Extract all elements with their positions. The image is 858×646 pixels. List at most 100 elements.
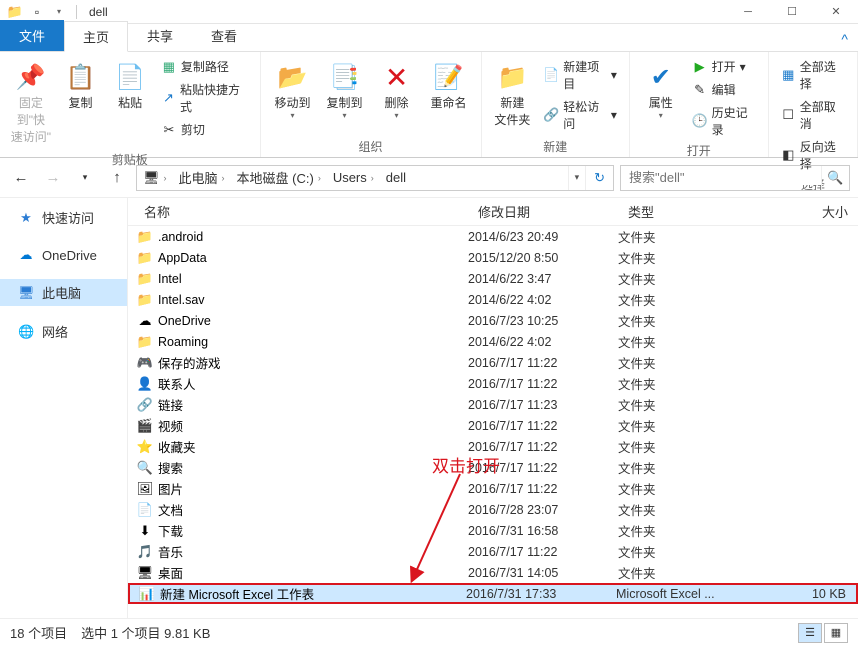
details-view-button[interactable]: ☰ xyxy=(798,623,822,643)
minimize-button[interactable]: ─ xyxy=(726,0,770,24)
maximize-button[interactable]: ☐ xyxy=(770,0,814,24)
file-row[interactable]: 📁.android2014/6/23 20:49文件夹 xyxy=(128,226,858,247)
folder-icon: 📁 xyxy=(7,4,23,20)
file-icon: 🎵 xyxy=(136,544,154,560)
recent-button[interactable]: ▾ xyxy=(72,165,98,191)
file-icon: 🎬 xyxy=(136,418,154,434)
search-box[interactable]: 🔍 xyxy=(620,165,850,191)
tab-file[interactable]: 文件 xyxy=(0,20,64,51)
new-item-button[interactable]: 📄新建项目 ▾ xyxy=(539,56,621,94)
pin-button[interactable]: 📌固定到"快 速访问" xyxy=(8,56,54,149)
file-list: 📁.android2014/6/23 20:49文件夹📁AppData2015/… xyxy=(128,226,858,604)
address-dropdown-icon[interactable]: ▾ xyxy=(568,166,586,190)
file-row[interactable]: 🔗链接2016/7/17 11:23文件夹 xyxy=(128,394,858,415)
column-headers[interactable]: 名称 修改日期 类型 大小 xyxy=(128,198,858,226)
file-date: 2016/7/17 11:22 xyxy=(468,377,618,391)
col-size[interactable]: 大小 xyxy=(748,202,858,221)
qat-icon[interactable]: ▫ xyxy=(29,4,45,20)
delete-button[interactable]: ✕删除▾ xyxy=(373,56,421,136)
copy-button[interactable]: 📋复制 xyxy=(58,56,104,149)
file-type: 文件夹 xyxy=(618,395,748,414)
copy-icon: 📋 xyxy=(66,60,96,94)
col-date[interactable]: 修改日期 xyxy=(468,202,618,221)
qat-dropdown-icon[interactable]: ▾ xyxy=(51,4,67,20)
cut-button[interactable]: ✂剪切 xyxy=(157,119,252,140)
sidebar-icon: ☁ xyxy=(18,247,34,263)
file-row[interactable]: 👤联系人2016/7/17 11:22文件夹 xyxy=(128,373,858,394)
paste-button[interactable]: 📄粘贴 xyxy=(107,56,153,149)
move-to-button[interactable]: 📂移动到▾ xyxy=(269,56,317,136)
col-type[interactable]: 类型 xyxy=(618,202,748,221)
file-row[interactable]: 📁Intel2014/6/22 3:47文件夹 xyxy=(128,268,858,289)
tab-view[interactable]: 查看 xyxy=(192,20,256,51)
crumb-root[interactable]: 🖥 › xyxy=(137,170,173,186)
file-row[interactable]: 📁Intel.sav2014/6/22 4:02文件夹 xyxy=(128,289,858,310)
copy-to-button[interactable]: 📑复制到▾ xyxy=(321,56,369,136)
file-row[interactable]: 🔍搜索2016/7/17 11:22文件夹 xyxy=(128,457,858,478)
path-icon: ▦ xyxy=(161,59,177,75)
crumb-1[interactable]: 本地磁盘 (C:) › xyxy=(231,168,327,187)
file-type: 文件夹 xyxy=(618,542,748,561)
tab-share[interactable]: 共享 xyxy=(128,20,192,51)
group-new: 新建 xyxy=(490,136,621,155)
back-button[interactable]: ← xyxy=(8,165,34,191)
address-bar[interactable]: 🖥 › 此电脑 › 本地磁盘 (C:) › Users › dell ▾ ↻ xyxy=(136,165,614,191)
file-type: 文件夹 xyxy=(618,563,748,582)
up-button[interactable]: ↑ xyxy=(104,165,130,191)
select-none-button[interactable]: ☐全部取消 xyxy=(777,96,849,134)
paste-shortcut-button[interactable]: ↗粘贴快捷方式 xyxy=(157,79,252,117)
file-icon: 📁 xyxy=(136,229,154,245)
file-name: 下载 xyxy=(158,521,468,540)
file-type: 文件夹 xyxy=(618,521,748,540)
file-row[interactable]: ☁OneDrive2016/7/23 10:25文件夹 xyxy=(128,310,858,331)
file-type: 文件夹 xyxy=(618,227,748,246)
col-name[interactable]: 名称 xyxy=(128,202,468,221)
properties-button[interactable]: ✔属性▾ xyxy=(638,56,684,140)
tab-home[interactable]: 主页 xyxy=(64,21,128,52)
easy-access-button[interactable]: 🔗轻松访问 ▾ xyxy=(539,96,621,134)
file-type: 文件夹 xyxy=(618,353,748,372)
sidebar-icon: 🌐 xyxy=(18,324,34,340)
ribbon-collapse-icon[interactable]: ^ xyxy=(831,27,858,51)
file-row[interactable]: ⬇下载2016/7/31 16:58文件夹 xyxy=(128,520,858,541)
search-input[interactable] xyxy=(621,170,821,185)
file-row[interactable]: 🖥桌面2016/7/31 14:05文件夹 xyxy=(128,562,858,583)
file-icon: 🖥 xyxy=(136,565,154,581)
file-icon: ☁ xyxy=(136,313,154,329)
new-folder-button[interactable]: 📁新建 文件夹 xyxy=(490,56,536,136)
crumb-0[interactable]: 此电脑 › xyxy=(173,168,231,187)
history-button[interactable]: 🕒历史记录 xyxy=(688,102,760,140)
file-row[interactable]: 🖼图片2016/7/17 11:22文件夹 xyxy=(128,478,858,499)
file-name: 收藏夹 xyxy=(158,437,468,456)
forward-button[interactable]: → xyxy=(40,165,66,191)
sidebar-item-0[interactable]: ★快速访问 xyxy=(0,204,127,231)
file-row[interactable]: ⭐收藏夹2016/7/17 11:22文件夹 xyxy=(128,436,858,457)
icons-view-button[interactable]: ▦ xyxy=(824,623,848,643)
edit-button[interactable]: ✎编辑 xyxy=(688,79,760,100)
copy-path-button[interactable]: ▦复制路径 xyxy=(157,56,252,77)
sidebar-item-1[interactable]: ☁OneDrive xyxy=(0,243,127,267)
sidebar-label: 快速访问 xyxy=(42,208,94,227)
file-row[interactable]: 📁Roaming2014/6/22 4:02文件夹 xyxy=(128,331,858,352)
crumb-2[interactable]: Users › xyxy=(327,170,380,185)
file-row[interactable]: 📁AppData2015/12/20 8:50文件夹 xyxy=(128,247,858,268)
file-row[interactable]: 🎮保存的游戏2016/7/17 11:22文件夹 xyxy=(128,352,858,373)
sidebar-item-3[interactable]: 🌐网络 xyxy=(0,318,127,345)
file-size: 10 KB xyxy=(746,587,856,601)
file-date: 2016/7/17 11:23 xyxy=(468,398,618,412)
file-row[interactable]: 🎬视频2016/7/17 11:22文件夹 xyxy=(128,415,858,436)
refresh-button[interactable]: ↻ xyxy=(585,166,613,190)
select-all-button[interactable]: ▦全部选择 xyxy=(777,56,849,94)
file-row[interactable]: 📄文档2016/7/28 23:07文件夹 xyxy=(128,499,858,520)
rename-icon: 📝 xyxy=(434,60,464,94)
file-date: 2016/7/17 11:22 xyxy=(468,545,618,559)
sidebar-item-2[interactable]: 🖥此电脑 xyxy=(0,279,127,306)
file-row[interactable]: 🎵音乐2016/7/17 11:22文件夹 xyxy=(128,541,858,562)
crumb-3[interactable]: dell xyxy=(380,170,412,185)
search-icon[interactable]: 🔍 xyxy=(821,166,849,190)
file-type: 文件夹 xyxy=(618,416,748,435)
close-button[interactable]: ✕ xyxy=(814,0,858,24)
open-button[interactable]: ▶打开 ▾ xyxy=(688,56,760,77)
file-row[interactable]: 📊新建 Microsoft Excel 工作表2016/7/31 17:33Mi… xyxy=(128,583,858,604)
rename-button[interactable]: 📝重命名 xyxy=(425,56,473,136)
